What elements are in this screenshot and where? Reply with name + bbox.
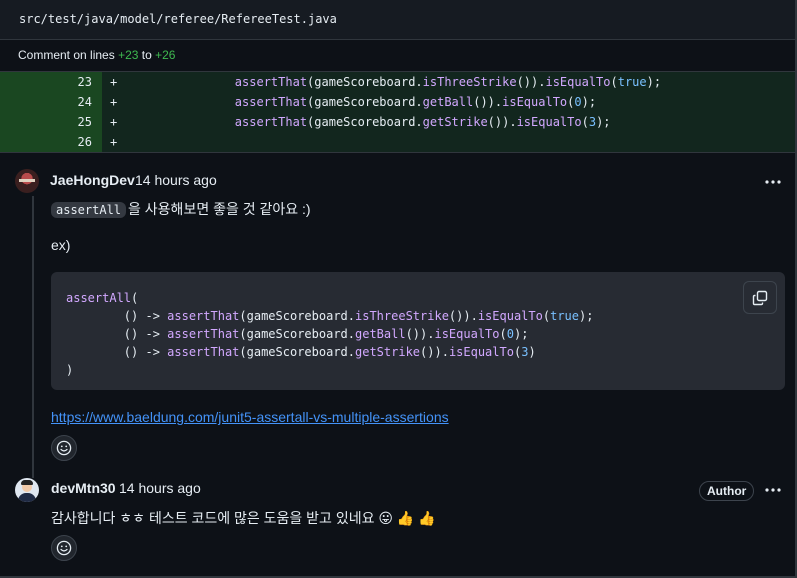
diff-sign: + bbox=[110, 115, 118, 129]
comment-author[interactable]: devMtn30 bbox=[51, 480, 116, 496]
add-reaction-button[interactable] bbox=[51, 435, 77, 461]
file-header: src/test/java/model/referee/RefereeTest.… bbox=[0, 0, 797, 40]
line-number: 24 bbox=[77, 95, 92, 109]
comment-body-line: 감사합니다 ㅎㅎ 테스트 코드에 많은 도움을 받고 있네요 😛 👍 👍 bbox=[51, 510, 436, 526]
code-line: assertThat(gameScoreboard.getStrike()).i… bbox=[234, 115, 611, 129]
diff-line: 24 + assertThat(gameScoreboard.getBall()… bbox=[0, 92, 797, 112]
diff-sign: + bbox=[110, 135, 118, 149]
code-block: assertAll( () -> assertThat(gameScoreboa… bbox=[51, 272, 785, 390]
comment-author[interactable]: JaeHongDev bbox=[50, 172, 135, 188]
thread-connector bbox=[32, 196, 34, 478]
diff-line: 23 + assertThat(gameScoreboard.isThreeSt… bbox=[0, 72, 797, 92]
line-number-cell: 23 bbox=[0, 72, 102, 92]
author-badge: Author bbox=[699, 481, 755, 501]
line-number: 25 bbox=[77, 115, 92, 129]
code-cell: + assertThat(gameScoreboard.isThreeStrik… bbox=[102, 72, 797, 92]
diff-line: 25 + assertThat(gameScoreboard.getStrike… bbox=[0, 112, 797, 132]
file-path[interactable]: src/test/java/model/referee/RefereeTest.… bbox=[19, 12, 337, 26]
range-end: +26 bbox=[155, 48, 176, 62]
diff-sign: + bbox=[110, 75, 118, 89]
code-cell: + bbox=[102, 132, 797, 152]
kebab-horizontal-icon[interactable] bbox=[764, 174, 784, 190]
comment-range-label: Comment on lines +23 to +26 bbox=[18, 48, 176, 62]
comment-timestamp[interactable]: 14 hours ago bbox=[119, 480, 201, 496]
code-cell: + assertThat(gameScoreboard.getBall()).i… bbox=[102, 92, 797, 112]
comment-body-line: assertAll 을 사용해보면 좋을 것 같아요 :) bbox=[51, 199, 311, 219]
diff-hunk: 23 + assertThat(gameScoreboard.isThreeSt… bbox=[0, 72, 797, 152]
code-line: assertThat(gameScoreboard.getBall()).isE… bbox=[234, 95, 597, 109]
comment-range-bar: Comment on lines +23 to +26 bbox=[0, 40, 797, 72]
comment-body-line: ex) bbox=[51, 237, 71, 253]
line-number-cell: 25 bbox=[0, 112, 102, 132]
line-number: 26 bbox=[77, 135, 92, 149]
diff-line: 26 + bbox=[0, 132, 797, 152]
code-block-content: assertAll( () -> assertThat(gameScoreboa… bbox=[66, 291, 594, 377]
diff-sign: + bbox=[110, 95, 118, 109]
line-number-cell: 26 bbox=[0, 132, 102, 152]
line-number: 23 bbox=[77, 75, 92, 89]
code-line: assertThat(gameScoreboard.isThreeStrike(… bbox=[234, 75, 662, 89]
copy-icon bbox=[752, 290, 768, 306]
copy-button[interactable] bbox=[743, 281, 777, 314]
avatar[interactable] bbox=[15, 169, 39, 193]
line-number-cell: 24 bbox=[0, 92, 102, 112]
smiley-icon bbox=[56, 440, 72, 456]
add-reaction-button[interactable] bbox=[51, 535, 77, 561]
code-cell: + assertThat(gameScoreboard.getStrike())… bbox=[102, 112, 797, 132]
smiley-icon bbox=[56, 540, 72, 556]
kebab-horizontal-icon[interactable] bbox=[764, 482, 784, 498]
range-start: +23 bbox=[118, 48, 139, 62]
divider bbox=[0, 152, 797, 153]
avatar[interactable] bbox=[15, 478, 39, 502]
reference-link[interactable]: https://www.baeldung.com/junit5-assertal… bbox=[51, 409, 449, 425]
comment-timestamp[interactable]: 14 hours ago bbox=[135, 172, 217, 188]
inline-code: assertAll bbox=[51, 202, 127, 218]
